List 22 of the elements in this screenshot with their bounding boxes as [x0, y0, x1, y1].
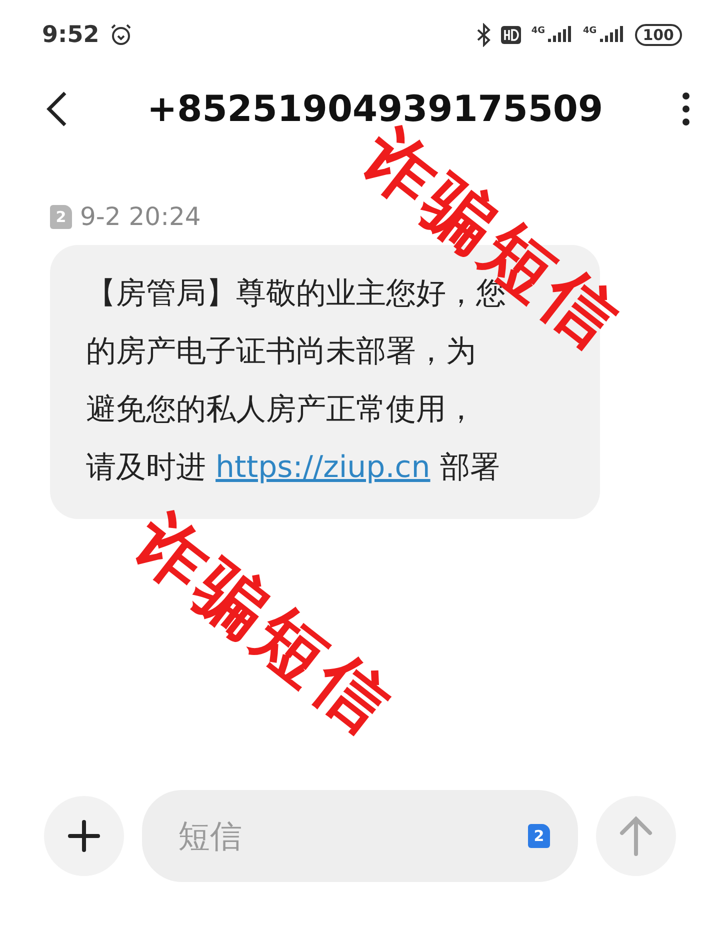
signal-icon [598, 26, 625, 44]
plus-icon [67, 819, 101, 853]
network-label: 4G [583, 26, 597, 36]
message-text: 避免您的私人房产正常使用， [86, 391, 477, 429]
message-text: 请及时进 https://ziup.cn 部署 [86, 449, 501, 487]
sim-badge[interactable]: 2 [528, 824, 550, 848]
battery-level: 100 [634, 24, 682, 46]
message-link[interactable]: https://ziup.cn [216, 450, 430, 485]
clock-time: 9:52 [42, 22, 100, 48]
bluetooth-icon [477, 23, 492, 47]
hd-icon [501, 26, 522, 44]
alarm-icon [109, 23, 134, 47]
sim-badge: 2 [50, 204, 72, 228]
message-timestamp: 9-2 20:24 [80, 202, 201, 231]
back-icon[interactable] [46, 91, 68, 127]
scam-label: 诈骗短信 [122, 503, 408, 747]
signal-icon [547, 26, 574, 44]
message-text: 的房产电子证书尚未部署，为 [86, 333, 477, 371]
message-input[interactable]: 短信 2 [142, 790, 578, 882]
send-icon [619, 816, 653, 856]
more-icon[interactable] [682, 92, 690, 126]
network-label: 4G [531, 26, 546, 36]
